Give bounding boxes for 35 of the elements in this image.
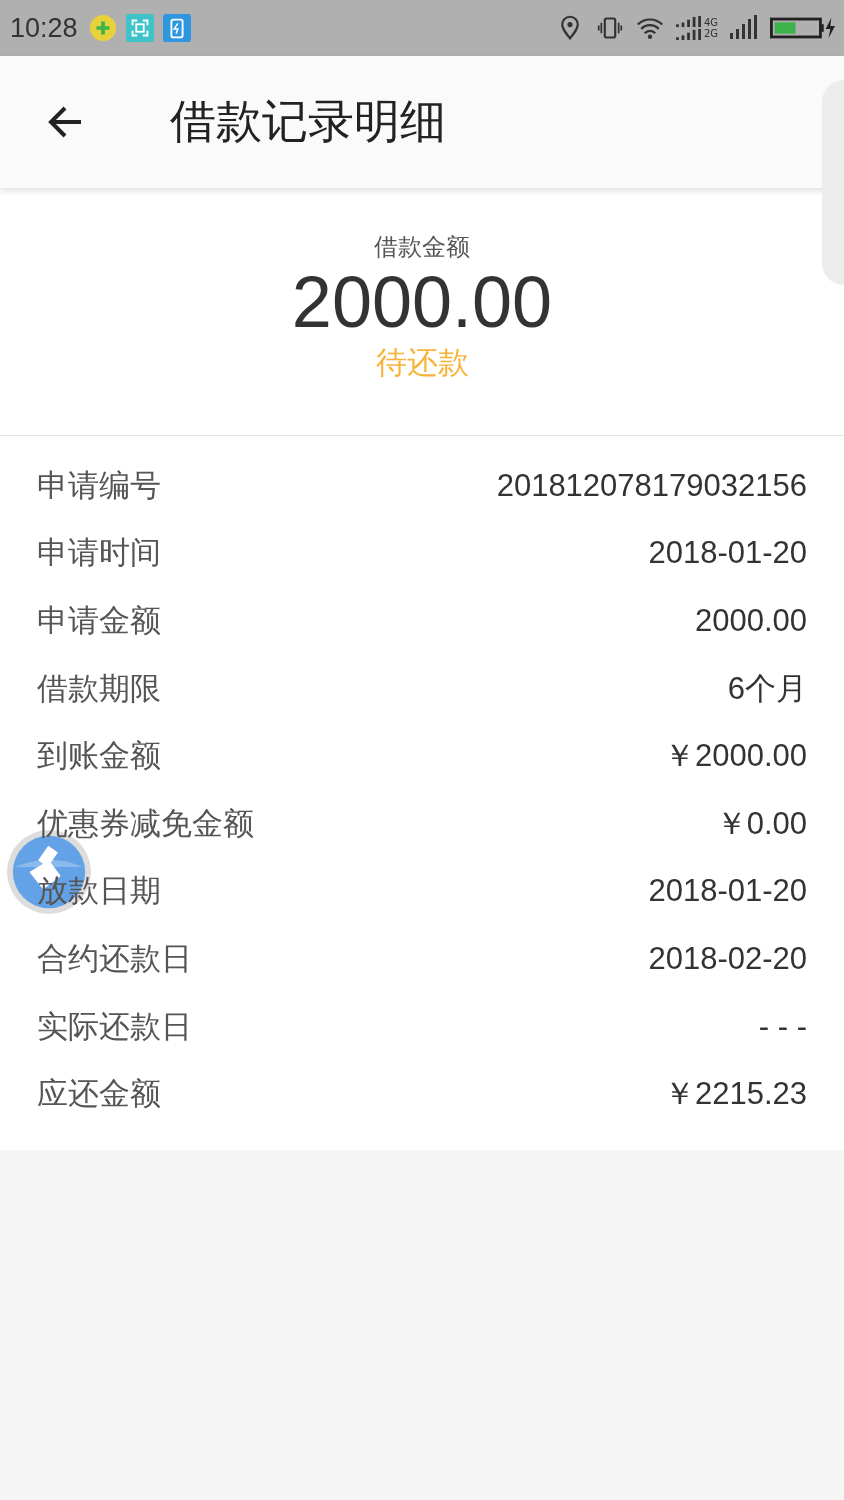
field-label: 应还金额 bbox=[37, 1074, 161, 1114]
field-value: 6个月 bbox=[727, 669, 807, 708]
page-title: 借款记录明细 bbox=[170, 93, 446, 150]
field-value: ￥0.00 bbox=[715, 804, 807, 843]
field-value: ￥2215.23 bbox=[663, 1075, 807, 1114]
amount-label: 借款金额 bbox=[374, 232, 470, 262]
field-label: 优惠券减免金额 bbox=[37, 803, 254, 843]
scan-icon bbox=[125, 14, 154, 42]
field-value: - - - bbox=[758, 1008, 807, 1045]
field-label: 申请编号 bbox=[37, 465, 161, 505]
battery-icon bbox=[770, 15, 836, 41]
side-handle[interactable] bbox=[822, 80, 844, 285]
loan-amount: 2000.00 bbox=[291, 262, 553, 342]
field-value: 2018-01-20 bbox=[648, 873, 807, 910]
plus-circle-icon bbox=[88, 14, 117, 42]
field-value: 2000.00 bbox=[694, 603, 807, 639]
battery-saver-icon bbox=[162, 14, 191, 42]
network-type: 4G bbox=[703, 17, 718, 28]
network-type: 2G bbox=[703, 28, 718, 39]
loan-status: 待还款 bbox=[375, 343, 469, 382]
field-label: 到账金额 bbox=[37, 736, 161, 776]
clock: 10:28 bbox=[10, 12, 78, 44]
signal-icon bbox=[730, 15, 758, 41]
field-label: 合约还款日 bbox=[37, 938, 192, 978]
field-value: ￥2000.00 bbox=[663, 737, 807, 776]
field-label: 申请时间 bbox=[37, 533, 161, 573]
field-value: 2018-01-20 bbox=[648, 535, 807, 572]
field-value: 201812078179032156 bbox=[496, 467, 807, 504]
field-value: 2018-02-20 bbox=[648, 940, 807, 977]
signal-icon bbox=[675, 16, 702, 40]
field-label: 借款期限 bbox=[37, 668, 161, 708]
wifi-icon bbox=[635, 15, 664, 41]
field-label: 申请金额 bbox=[37, 601, 161, 640]
field-label: 实际还款日 bbox=[37, 1006, 192, 1046]
vibrate-icon bbox=[595, 15, 624, 41]
